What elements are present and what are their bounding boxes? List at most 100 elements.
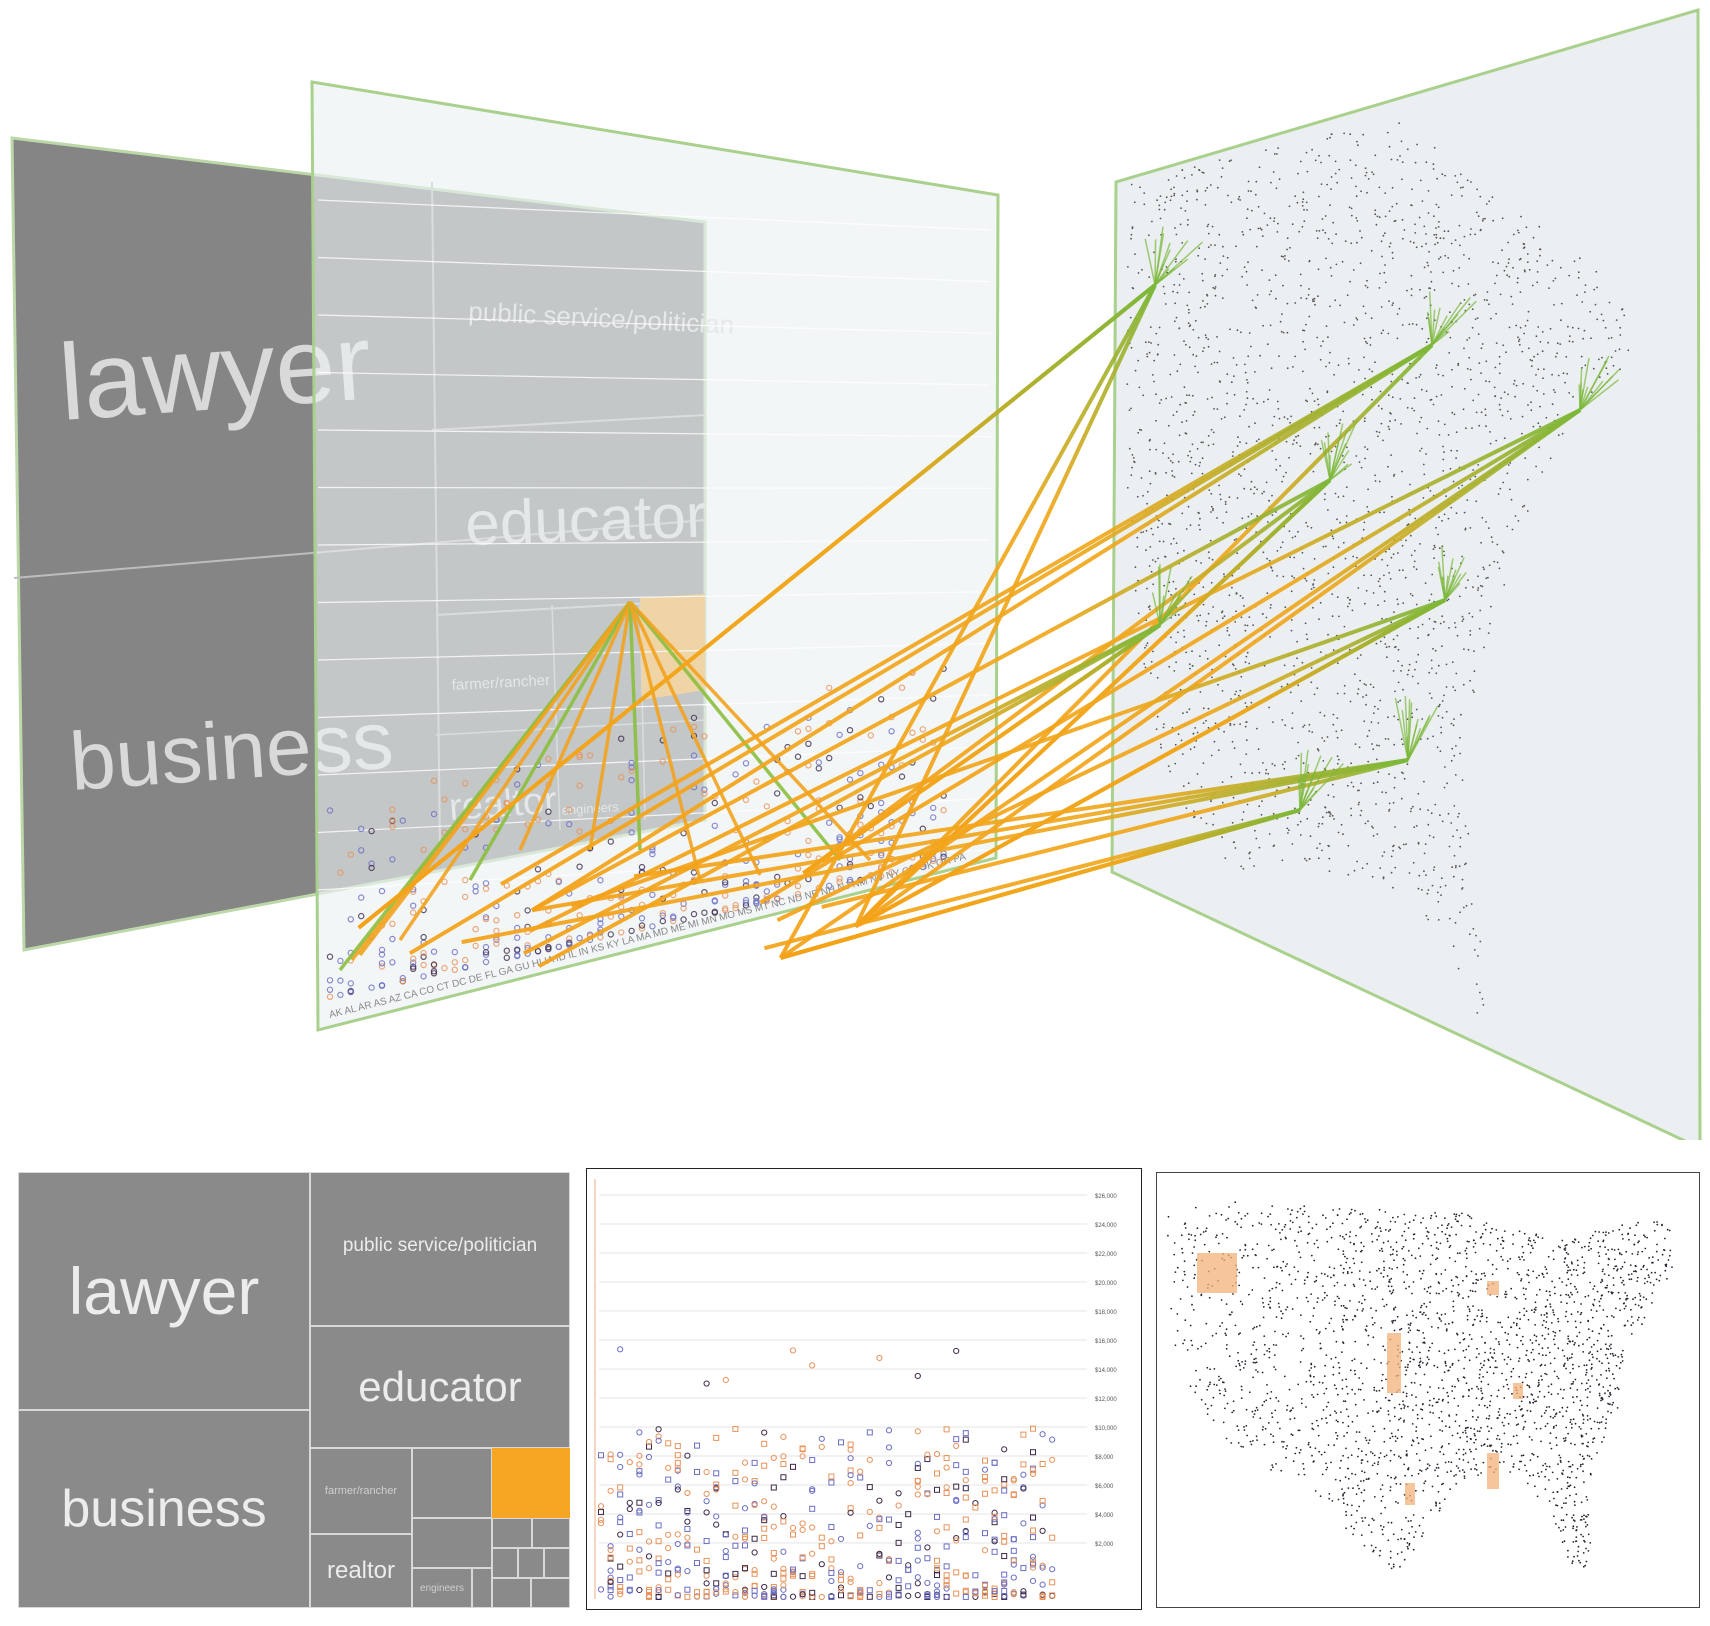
map-3d-dot	[1331, 615, 1334, 618]
map-3d-dot	[1173, 354, 1176, 356]
map-dot	[1193, 1264, 1196, 1267]
map-dot	[1419, 1351, 1421, 1354]
map-3d-dot	[1392, 638, 1395, 641]
treemap-cell-farmer[interactable]: farmer/rancher	[310, 1448, 412, 1534]
map-dot	[1477, 1416, 1479, 1419]
map-dot	[1636, 1276, 1639, 1279]
map-3d-dot	[1466, 368, 1469, 370]
map-dot	[1605, 1347, 1608, 1350]
map-3d-dot	[1196, 773, 1199, 775]
map-dot	[1307, 1221, 1310, 1224]
map-dot	[1510, 1455, 1513, 1458]
map-3d-dot	[1290, 590, 1293, 593]
treemap-cell-highlight[interactable]	[492, 1448, 570, 1518]
map-3d-dot	[1379, 867, 1382, 869]
map-dot	[1300, 1335, 1302, 1337]
map-dot	[1618, 1367, 1621, 1370]
scatter-marker	[751, 1549, 758, 1556]
treemap-cell-small-d[interactable]	[492, 1518, 532, 1548]
map-dot	[1447, 1349, 1450, 1352]
scatter-marker-outlier	[953, 1347, 960, 1355]
map-3d-dot	[1197, 336, 1200, 339]
map-3d-dot	[1612, 364, 1615, 367]
map-dot	[1237, 1351, 1239, 1354]
map-dot	[1607, 1348, 1610, 1351]
map-3d-dot	[1401, 544, 1404, 547]
map-3d-dot	[1374, 154, 1377, 157]
treemap-cell-educator[interactable]: educator	[310, 1326, 570, 1448]
map-3d-dot	[1281, 541, 1284, 544]
treemap-cell-realtor[interactable]: realtor	[310, 1534, 412, 1608]
map-dot	[1382, 1533, 1384, 1536]
treemap-cell-small-e[interactable]	[532, 1518, 570, 1548]
map-dot	[1381, 1484, 1384, 1486]
treemap-cell-public-service[interactable]: public service/politician	[310, 1172, 570, 1326]
map-dot	[1335, 1340, 1338, 1343]
map-3d-dot	[1423, 870, 1425, 873]
map-dot	[1442, 1290, 1444, 1292]
map-dot	[1199, 1233, 1202, 1236]
map-dot	[1402, 1263, 1405, 1266]
map-3d-dot	[1202, 441, 1204, 444]
map-3d-dot	[1450, 194, 1453, 197]
map-3d-dot	[1330, 176, 1333, 178]
treemap-cell-engineers[interactable]: engineers	[412, 1568, 472, 1608]
map-dot	[1516, 1317, 1519, 1320]
map-3d-dot	[1415, 568, 1418, 571]
map-dot	[1363, 1399, 1365, 1401]
map-dot	[1288, 1273, 1291, 1276]
treemap-cell-small-a[interactable]	[412, 1448, 492, 1518]
map-dot	[1365, 1478, 1368, 1480]
map-dot	[1379, 1488, 1382, 1491]
dot-map-2d-canvas[interactable]	[1157, 1173, 1698, 1606]
treemap-cell-lawyer[interactable]: lawyer	[18, 1172, 310, 1410]
treemap-cell-small-g[interactable]	[518, 1548, 544, 1578]
scatter-marker	[885, 1459, 893, 1467]
scatter-marker	[732, 1478, 739, 1485]
treemap-cell-small-c[interactable]	[472, 1568, 492, 1608]
treemap-cell-small-h[interactable]	[544, 1548, 570, 1578]
map-3d-dot	[1236, 497, 1239, 499]
map-3d-dot	[1516, 229, 1519, 232]
map-dot	[1492, 1372, 1495, 1375]
map-3d-dot	[1533, 355, 1535, 358]
treemap-cell-small-f[interactable]	[492, 1548, 518, 1578]
map-3d-dot	[1438, 516, 1440, 519]
map-dot	[1507, 1356, 1510, 1359]
map-dot	[1546, 1465, 1548, 1468]
map-dot	[1580, 1303, 1582, 1305]
treemap-cell-business[interactable]: business	[18, 1410, 310, 1608]
map-dot	[1346, 1271, 1349, 1273]
map-3d-dot	[1158, 402, 1161, 404]
map-dot	[1378, 1249, 1381, 1252]
map-dot	[1460, 1212, 1463, 1215]
map-3d-dot	[1188, 311, 1190, 314]
map-3d-dot	[1364, 174, 1367, 177]
map-3d-dot	[1319, 711, 1322, 714]
map-3d-dot	[1279, 464, 1281, 467]
map-3d-dot	[1391, 251, 1394, 254]
map-3d-dot	[1411, 323, 1414, 325]
map-dot	[1570, 1261, 1573, 1263]
map-dot	[1559, 1294, 1562, 1297]
map-3d-dot	[1350, 242, 1353, 245]
map-dot	[1381, 1298, 1384, 1301]
map-dot	[1537, 1379, 1540, 1382]
map-3d-dot	[1480, 372, 1482, 374]
map-3d-dot	[1402, 688, 1404, 691]
map-dot	[1430, 1214, 1433, 1217]
scatter-marker	[732, 1574, 739, 1581]
map-dot	[1569, 1421, 1572, 1424]
map-3d-dot	[1430, 659, 1433, 662]
map-dot	[1359, 1226, 1361, 1229]
map-3d-dot	[1428, 599, 1431, 602]
map-dot	[1361, 1382, 1364, 1385]
map-dot	[1553, 1357, 1556, 1360]
treemap-cell-small-b[interactable]	[412, 1518, 492, 1568]
treemap-cell-small-j[interactable]	[531, 1578, 570, 1608]
map-3d-dot	[1502, 551, 1505, 554]
map-3d-dot	[1233, 393, 1236, 396]
map-dot	[1439, 1450, 1441, 1453]
map-dot	[1323, 1375, 1326, 1377]
treemap-cell-small-i[interactable]	[492, 1578, 531, 1608]
